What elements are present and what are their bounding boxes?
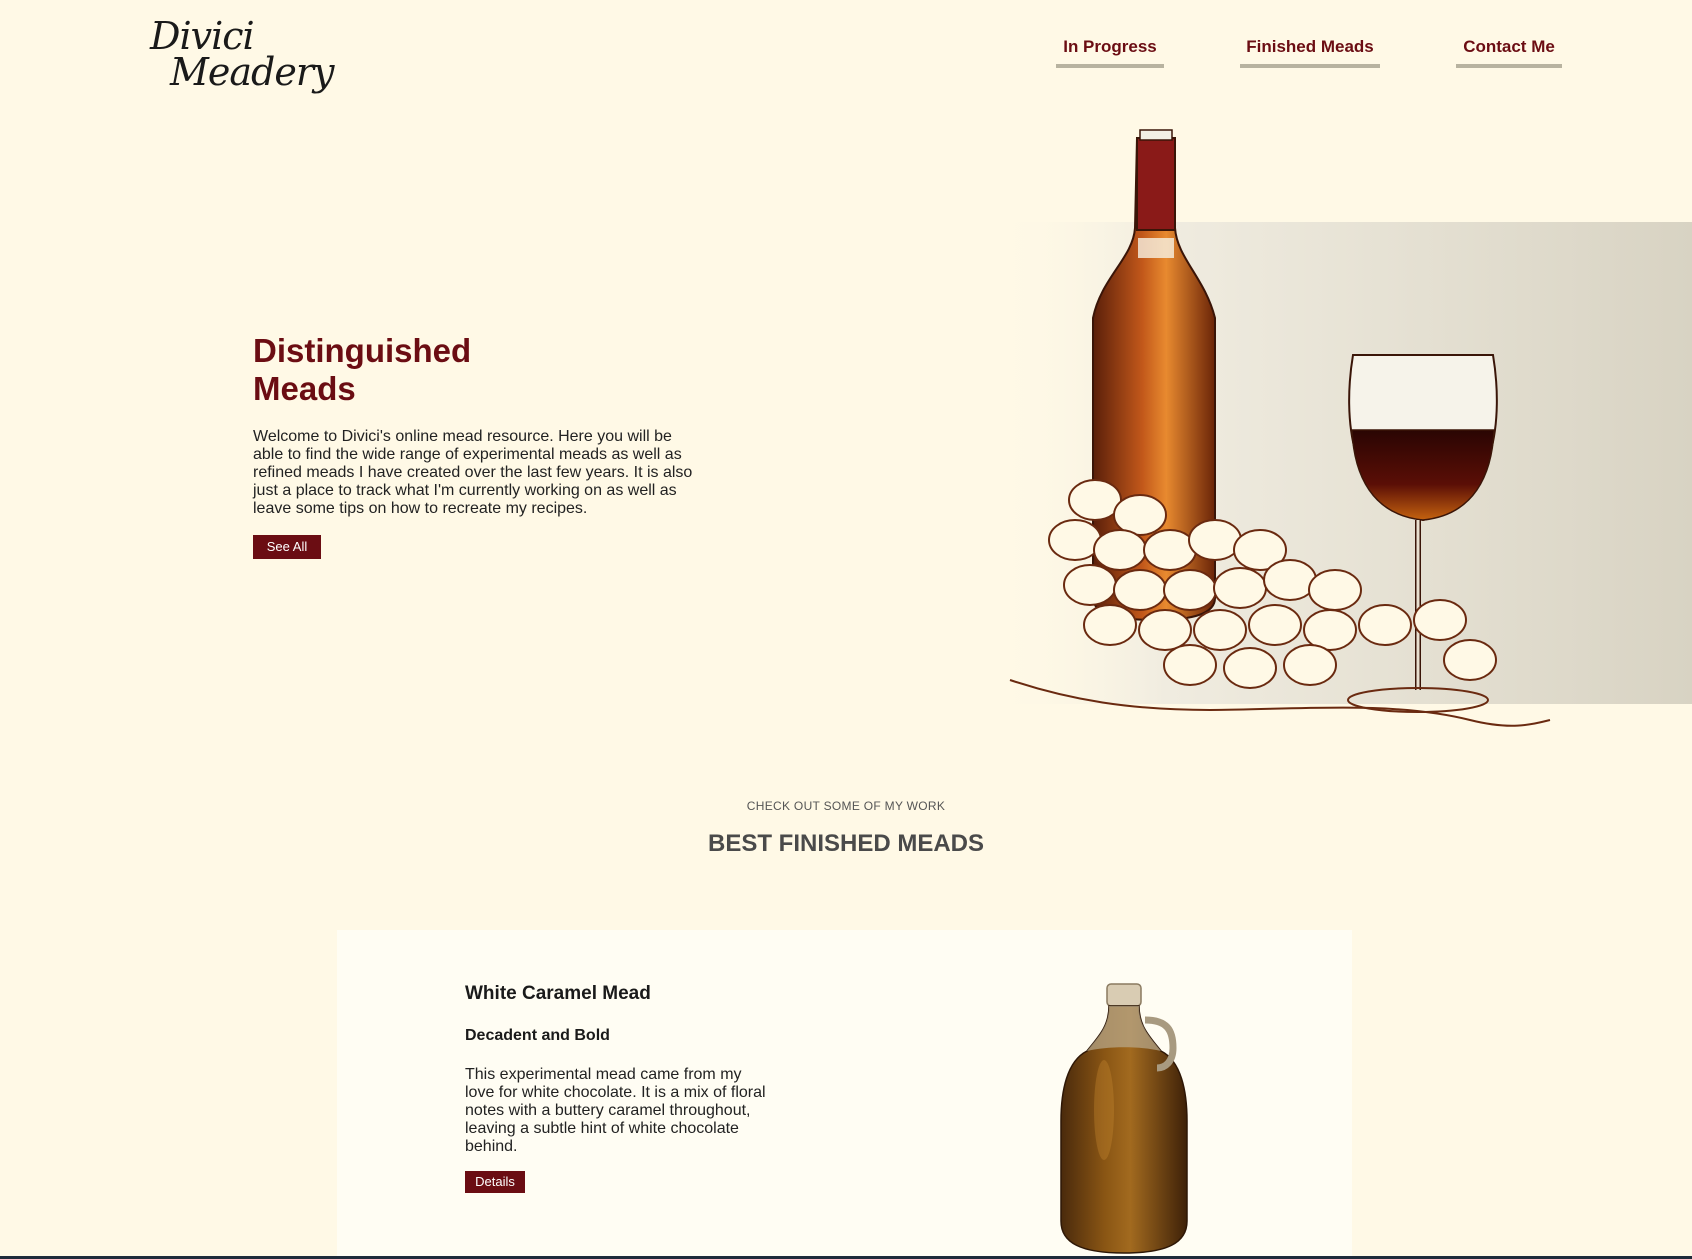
- section-eyebrow: CHECK OUT SOME OF MY WORK: [746, 799, 946, 813]
- wine-bottle-glass-grapes-icon: [990, 129, 1692, 727]
- nav-contact-me[interactable]: Contact Me: [1456, 36, 1562, 68]
- nav-finished-meads[interactable]: Finished Meads: [1240, 36, 1380, 68]
- nav-in-progress[interactable]: In Progress: [1056, 36, 1164, 68]
- card-description: This experimental mead came from my love…: [465, 1066, 766, 1155]
- card-subtitle: Decadent and Bold: [465, 1027, 610, 1044]
- main-nav: In Progress Finished Meads Contact Me: [0, 36, 1692, 68]
- see-all-button[interactable]: See All: [253, 535, 321, 559]
- card-title: White Caramel Mead: [465, 983, 651, 1004]
- hero-title-line-1: Distinguished: [253, 332, 472, 369]
- mead-card: White Caramel Mead Decadent and Bold Thi…: [337, 930, 1352, 1259]
- hero-title: Distinguished Meads: [253, 332, 653, 408]
- hero-description: Welcome to Divici's online mead resource…: [253, 428, 693, 517]
- mead-jug-icon: [1060, 983, 1188, 1254]
- section-title: BEST FINISHED MEADS: [707, 830, 985, 857]
- details-button[interactable]: Details: [465, 1171, 525, 1193]
- hero-title-line-2: Meads: [253, 370, 356, 407]
